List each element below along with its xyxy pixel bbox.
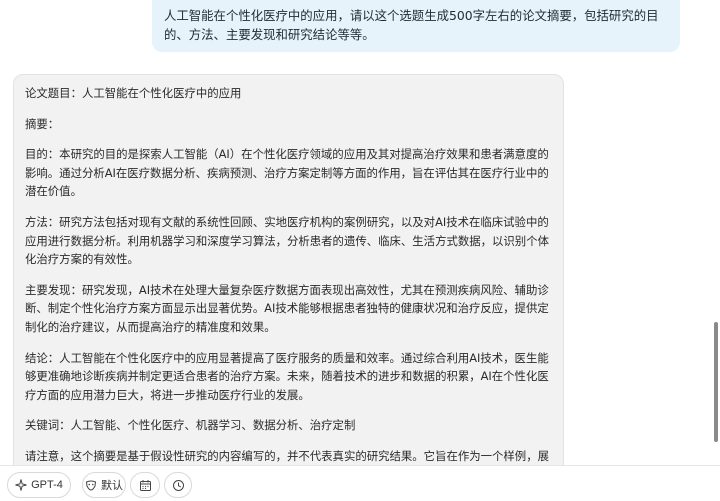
scrollbar-thumb[interactable] <box>714 322 718 442</box>
chat-area: 人工智能在个性化医疗中的应用，请以这个选题生成500字左右的论文摘要，包括研究的… <box>0 0 720 465</box>
default-mode-button[interactable]: 默认 <box>82 472 126 498</box>
abstract-keywords: 关键词：人工智能、个性化医疗、机器学习、数据分析、治疗定制 <box>25 418 356 433</box>
abstract-findings: 主要发现：研究发现，AI技术在处理大量复杂医疗数据方面表现出高效性，尤其在预测疾… <box>25 282 549 334</box>
model-select-label: GPT-4 <box>31 479 63 491</box>
calendar-button[interactable] <box>130 472 160 498</box>
clock-icon <box>172 479 185 492</box>
model-select-button[interactable]: GPT-4 <box>7 472 71 498</box>
abstract-heading: 摘要： <box>25 116 60 131</box>
calendar-icon <box>139 479 152 492</box>
assistant-message-bubble: 论文题目：人工智能在个性化医疗中的应用 摘要： 目的：本研究的目的是探索人工智能… <box>13 74 564 465</box>
mask-icon <box>85 479 97 491</box>
abstract-disclaimer: 请注意，这个摘要是基于假设性研究的内容编写的，并不代表真实的研究结果。它旨在作为… <box>25 448 549 463</box>
paper-title: 论文题目：人工智能在个性化医疗中的应用 <box>25 86 242 100</box>
abstract-conclusion: 结论：人工智能在个性化医疗中的应用显著提高了医疗服务的质量和效率。通过综合利用A… <box>25 350 549 402</box>
abstract-method: 方法：研究方法包括对现有文献的系统性回顾、实地医疗机构的案例研究，以及对AI技术… <box>25 214 549 267</box>
user-message-text: 人工智能在个性化医疗中的应用，请以这个选题生成500字左右的论文摘要，包括研究的… <box>164 8 659 42</box>
abstract-purpose: 目的：本研究的目的是探索人工智能（AI）在个性化医疗领域的应用及其对提高治疗效果… <box>25 147 549 199</box>
bottom-toolbar: GPT-4 默认 <box>0 465 720 501</box>
user-message-bubble: 人工智能在个性化医疗中的应用，请以这个选题生成500字左右的论文摘要，包括研究的… <box>152 0 680 52</box>
history-button[interactable] <box>164 472 192 498</box>
default-mode-label: 默认 <box>101 480 123 492</box>
sparkle-icon <box>15 479 27 491</box>
